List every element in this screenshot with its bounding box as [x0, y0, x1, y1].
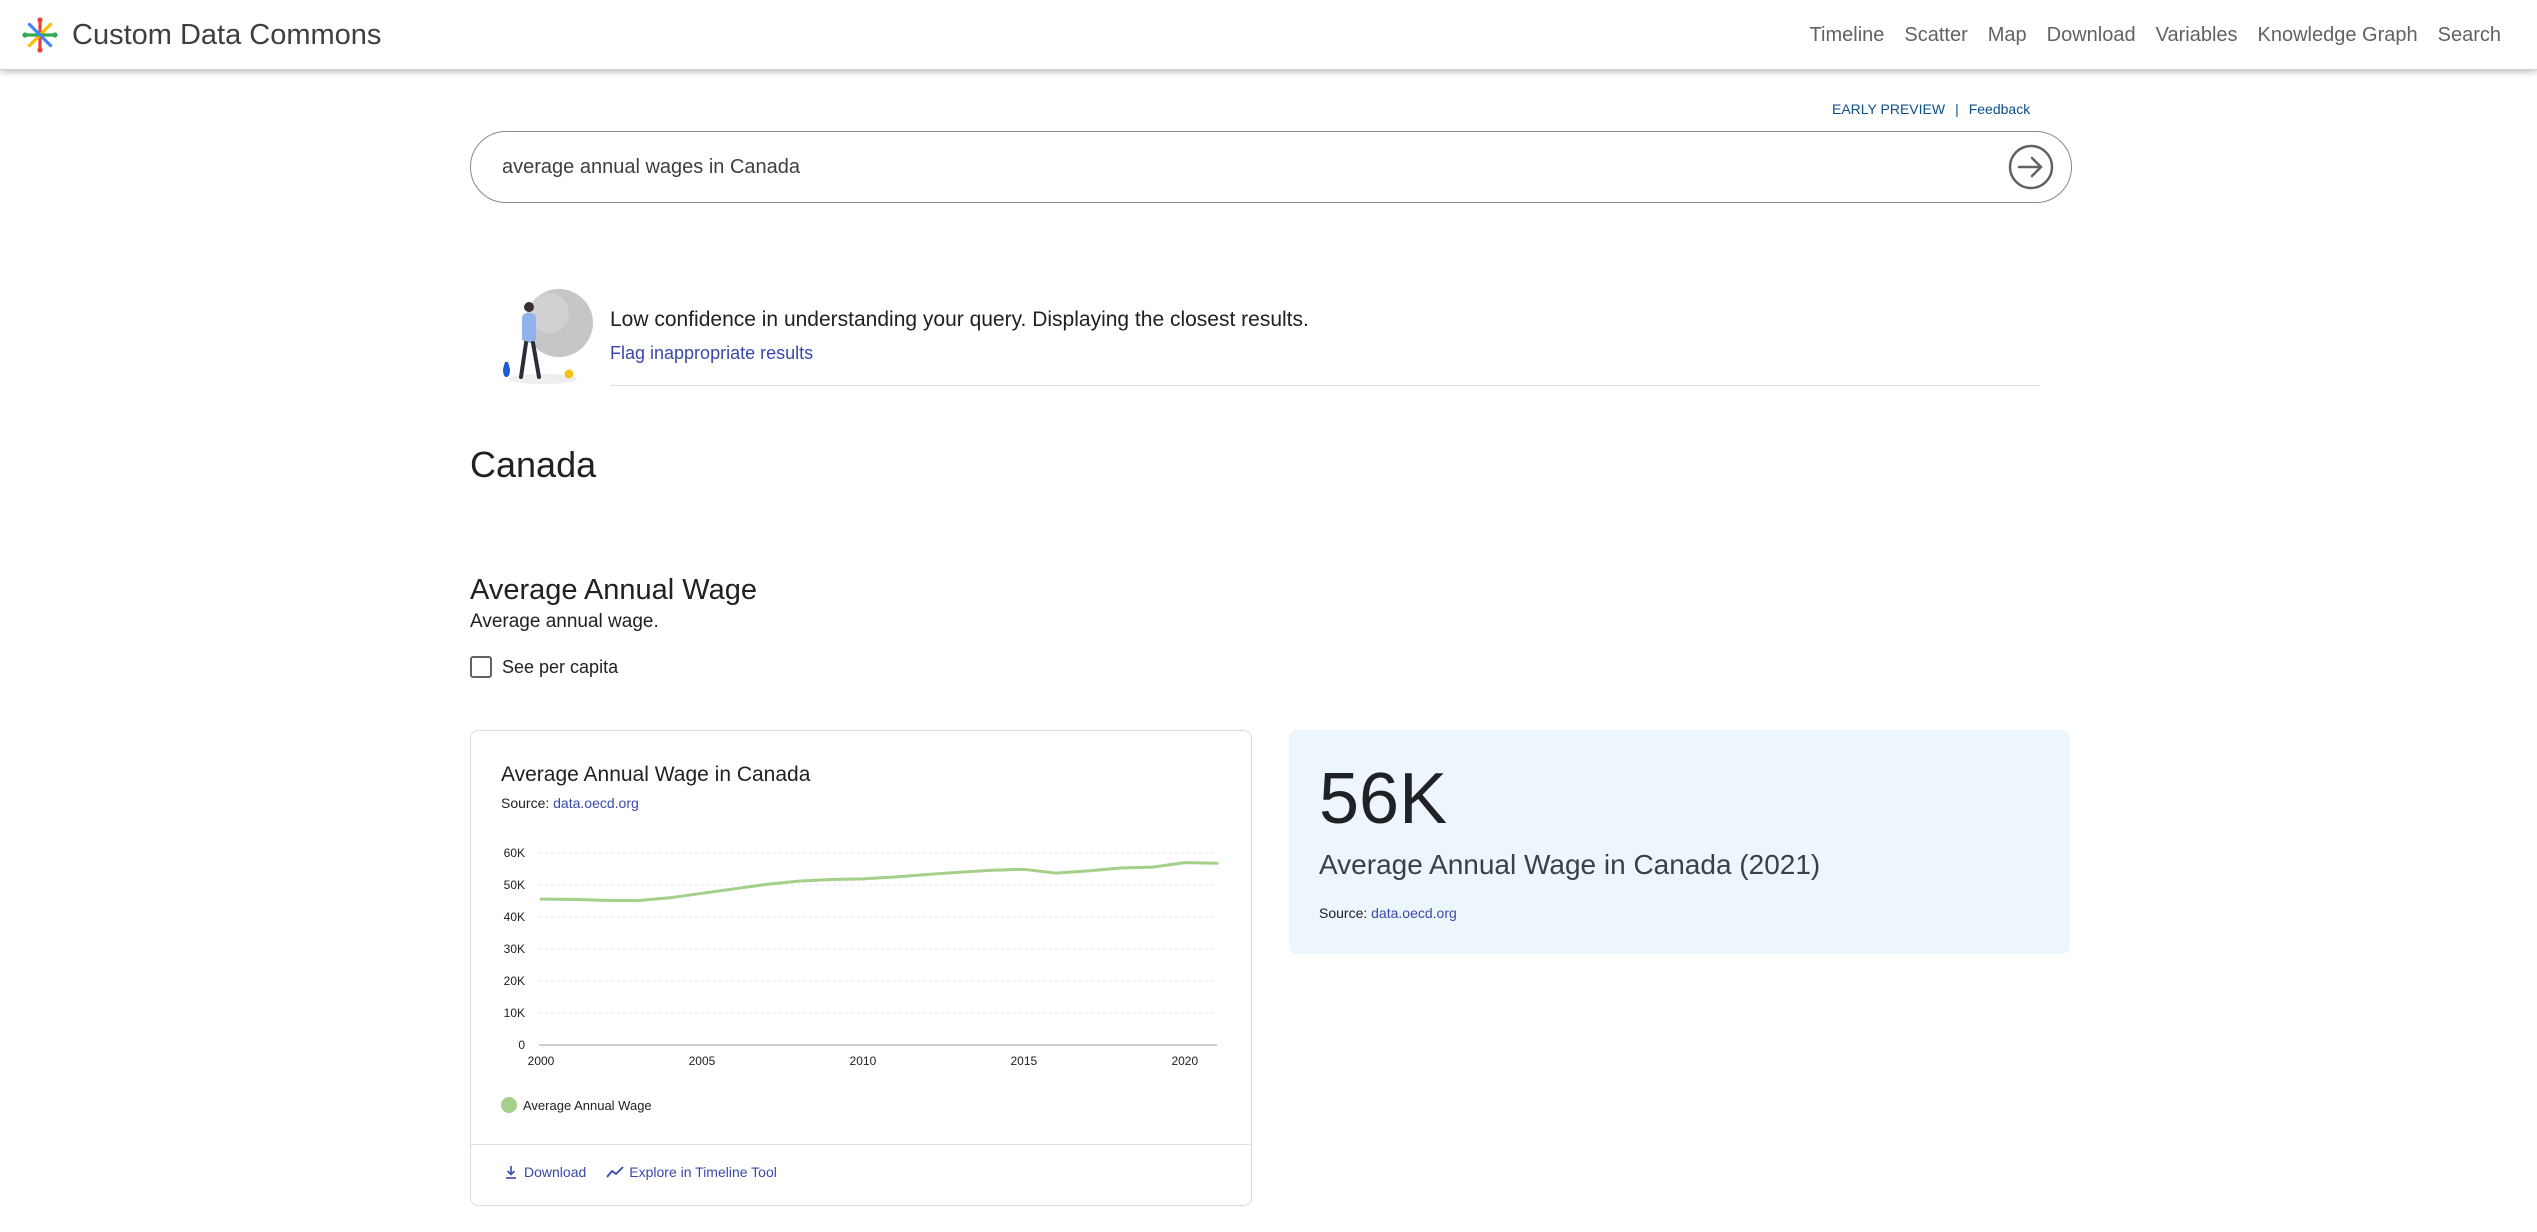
- low-confidence-illustration: [503, 289, 593, 384]
- search-bar: [470, 131, 2072, 203]
- series-line: [539, 861, 1219, 903]
- per-capita-label: See per capita: [502, 656, 619, 677]
- chart-source-label: Source:: [501, 795, 550, 811]
- brand[interactable]: Custom Data Commons: [22, 12, 381, 58]
- nav-knowledge-graph[interactable]: Knowledge Graph: [2258, 24, 2418, 47]
- brand-name: Custom Data Commons: [72, 18, 382, 51]
- y-tick-label: 0: [518, 1038, 525, 1052]
- nav-variables[interactable]: Variables: [2156, 24, 2238, 47]
- place-title: Canada: [470, 444, 597, 485]
- explore-label: Explore in Timeline Tool: [629, 1164, 777, 1180]
- y-tick-label: 60K: [504, 846, 525, 860]
- per-capita-checkbox[interactable]: [470, 656, 492, 678]
- highlight-source: Source: data.oecd.org: [1319, 905, 1457, 921]
- chart-footer-links: Download Explore in Timeline Tool: [503, 1164, 777, 1180]
- legend-label: Average Annual Wage: [523, 1097, 652, 1113]
- x-tick-label: 2000: [528, 1054, 555, 1068]
- highlight-value: 56K: [1319, 759, 1448, 839]
- divider: [610, 385, 2040, 386]
- x-tick-label: 2005: [689, 1054, 716, 1068]
- nav-map[interactable]: Map: [1988, 24, 2027, 47]
- line-chart-card: Average Annual Wage in Canada Source: da…: [470, 730, 1252, 1206]
- line-chart: 0 10K 20K 30K 40K 50K 60K 2000 2005 2010 2015 2020: [504, 846, 1219, 1068]
- x-tick-label: 2010: [850, 1054, 877, 1068]
- x-tick-label: 2020: [1171, 1054, 1198, 1068]
- preview-separator: |: [1955, 101, 1959, 117]
- block-title: Average Annual Wage: [470, 574, 757, 606]
- download-button[interactable]: Download: [503, 1164, 586, 1180]
- legend-swatch: [501, 1097, 517, 1113]
- per-capita-toggle[interactable]: See per capita: [470, 656, 618, 678]
- download-icon: [506, 1166, 516, 1179]
- block-description: Average annual wage.: [470, 611, 659, 632]
- nav-search[interactable]: Search: [2438, 24, 2501, 47]
- x-tick-label: 2015: [1011, 1054, 1038, 1068]
- highlight-source-label: Source:: [1319, 905, 1368, 921]
- chart-title: Average Annual Wage in Canada: [501, 763, 811, 786]
- nav-timeline[interactable]: Timeline: [1810, 24, 1885, 47]
- arrow-circle-right-icon[interactable]: [2007, 143, 2055, 191]
- y-tick-label: 10K: [504, 1006, 525, 1020]
- chart-source: Source: data.oecd.org: [501, 795, 639, 811]
- nav-download[interactable]: Download: [2047, 24, 2136, 47]
- card-footer-divider: [471, 1144, 1251, 1145]
- highlight-source-link[interactable]: data.oecd.org: [1371, 905, 1457, 921]
- low-confidence-message: Low confidence in understanding your que…: [610, 308, 1309, 331]
- feedback-link[interactable]: Feedback: [1969, 101, 2030, 117]
- y-tick-label: 50K: [504, 878, 525, 892]
- download-label: Download: [524, 1164, 587, 1180]
- search-input[interactable]: [502, 132, 1942, 202]
- flag-results-link[interactable]: Flag inappropriate results: [610, 343, 813, 364]
- chart-source-link[interactable]: data.oecd.org: [553, 795, 639, 811]
- data-commons-logo-icon: [22, 17, 58, 53]
- early-preview-label: EARLY PREVIEW: [1832, 101, 1946, 117]
- main-nav: Timeline Scatter Map Download Variables …: [1810, 12, 2501, 58]
- early-preview-bar: EARLY PREVIEW | Feedback: [1832, 101, 2030, 117]
- highlight-description: Average Annual Wage in Canada (2021): [1319, 849, 1821, 880]
- nav-scatter[interactable]: Scatter: [1904, 24, 1967, 47]
- explore-timeline-button[interactable]: Explore in Timeline Tool: [606, 1164, 777, 1180]
- trending-line-icon: [606, 1166, 624, 1178]
- y-tick-label: 30K: [504, 942, 525, 956]
- y-tick-label: 20K: [504, 974, 525, 988]
- chart-legend: Average Annual Wage: [501, 1097, 652, 1113]
- y-tick-label: 40K: [504, 910, 525, 924]
- top-navbar: Custom Data Commons Timeline Scatter Map…: [0, 0, 2537, 70]
- highlight-card: 56K Average Annual Wage in Canada (2021)…: [1289, 730, 2070, 954]
